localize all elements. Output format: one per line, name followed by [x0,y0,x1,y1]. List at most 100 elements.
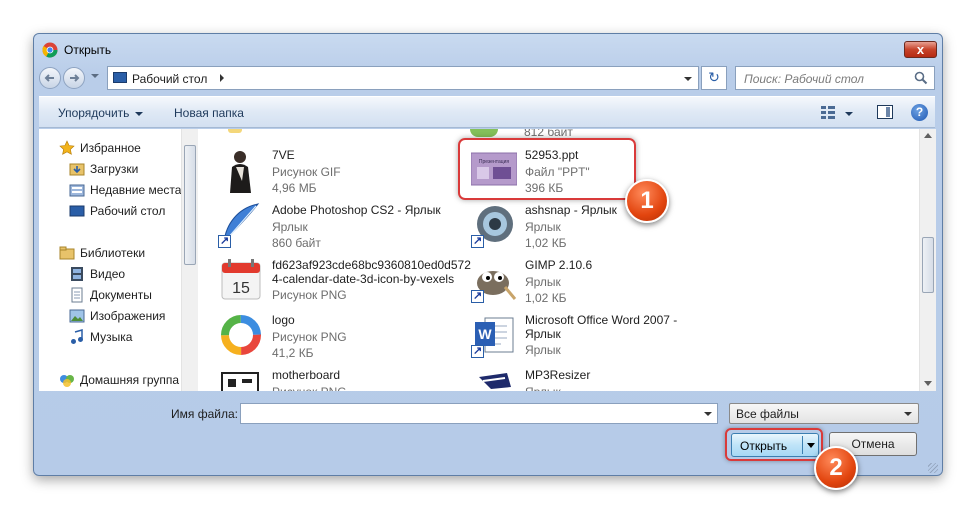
logo-ring-icon [221,315,261,355]
file-item-logo[interactable]: logo Рисунок PNG 41,2 КБ [218,310,458,362]
chevron-down-icon [135,111,144,116]
file-name: GIMP 2.10.6 [525,258,593,272]
video-icon [71,267,83,281]
step-badge-1: 1 [625,179,669,223]
view-options-icon[interactable] [821,106,835,120]
file-item-mp3resizer[interactable]: MP3Resizer Ярлык [471,365,711,391]
file-name-line1: fd623af923cde68bc9360810ed0d572 [272,258,471,272]
new-folder-button[interactable]: Новая папка [174,106,244,120]
partial-shortcut-icon [470,129,498,137]
split-separator [802,436,803,454]
desktop-icon [69,205,85,217]
address-text: Рабочий стол [132,72,208,86]
highlight-open-button: Открыть [725,428,823,461]
file-name: MP3Resizer [525,368,591,382]
svg-text:W: W [478,326,492,342]
shortcut-arrow-icon [218,234,231,248]
file-type: Ярлык [525,343,561,357]
file-name-line2: Ярлык [525,327,561,341]
scroll-down-icon[interactable] [924,381,932,386]
navigation-pane-scrollbar[interactable] [181,129,198,391]
calendar-icon: 15 [221,259,261,300]
command-toolbar: Упорядочить Новая папка ? [39,96,935,128]
sidebar-item-label: Загрузки [90,162,139,176]
navigation-row: Рабочий стол ↻ Поиск: Рабочий стол [39,66,935,90]
desktop-icon [113,72,127,83]
preview-pane-icon[interactable] [877,105,893,119]
file-list-scrollbar[interactable] [919,129,936,391]
shortcut-arrow-icon [471,234,484,248]
organize-menu[interactable]: Упорядочить [58,106,144,120]
search-icon[interactable] [914,71,928,85]
close-button[interactable]: x [904,41,937,58]
scroll-up-icon[interactable] [924,133,932,138]
file-name: 7VE [272,148,295,162]
shortcut-arrow-icon [471,344,484,358]
back-arrow-icon [44,74,54,82]
scrollbar-thumb[interactable] [922,237,934,293]
homegroup-icon [60,375,74,387]
chevron-down-icon [904,412,912,416]
file-type: Ярлык [272,220,308,234]
navigation-pane: Избранное Загрузки Недавние места Рабочи… [39,129,181,391]
file-item-calendar-png[interactable]: 15 fd623af923cde68bc9360810ed0d572 4-cal… [218,255,471,307]
motherboard-icon [221,372,259,391]
downloads-folder-icon [69,163,85,176]
libraries-icon [59,246,75,260]
resize-grip[interactable] [928,463,938,473]
recent-pages-dropdown[interactable] [91,74,99,78]
file-type: Рисунок GIF [272,165,341,179]
gif-person-thumbnail [218,147,264,193]
file-name: motherboard [272,368,341,382]
sidebar-item-label: Музыка [90,330,133,344]
partial-file-icon [228,129,242,133]
filename-input[interactable] [240,403,718,424]
address-bar[interactable]: Рабочий стол [107,66,699,90]
file-item-7ve[interactable]: 7VE Рисунок GIF 4,96 МБ [218,145,458,197]
file-name-line1: Microsoft Office Word 2007 - [525,313,678,327]
sidebar-item-label: Библиотеки [80,246,146,260]
filename-label: Имя файла: [171,407,238,421]
shortcut-arrow-icon [471,289,484,303]
organize-label: Упорядочить [58,106,130,120]
scrollbar-thumb[interactable] [184,145,196,265]
filetype-select[interactable]: Все файлы [729,403,919,424]
documents-icon [71,287,83,303]
sidebar-item-label: Домашняя группа [80,373,180,387]
file-size: 4,96 МБ [272,181,317,195]
highlight-ppt-file [458,138,636,200]
filetype-value: Все файлы [736,407,799,421]
search-placeholder: Поиск: Рабочий стол [744,72,864,86]
star-icon [59,140,75,155]
view-dropdown-icon[interactable] [845,112,853,116]
sidebar-item-label: Рабочий стол [90,204,166,218]
step-badge-2: 2 [814,446,858,490]
music-icon [71,329,83,344]
filename-dropdown-icon[interactable] [704,412,712,416]
search-input[interactable]: Поиск: Рабочий стол [735,66,935,90]
file-type: Рисунок PNG [272,288,347,302]
file-name: logo [272,313,295,327]
sidebar-item-label: Избранное [80,141,141,155]
breadcrumb-chevron-icon[interactable] [220,74,224,82]
file-item-gimp[interactable]: GIMP 2.10.6 Ярлык 1,02 КБ [471,255,711,307]
address-dropdown-icon[interactable] [684,77,692,81]
file-name: ashsnap - Ярлык [525,203,617,217]
file-size: 1,02 КБ [525,291,567,305]
file-item-ashsnap[interactable]: ashsnap - Ярлык Ярлык 1,02 КБ [471,200,711,252]
open-button-label: Открыть [740,439,788,453]
back-button[interactable] [39,67,61,89]
file-item-photoshop[interactable]: Adobe Photoshop CS2 - Ярлык Ярлык 860 ба… [218,200,458,252]
title-bar: Открыть x [34,34,942,64]
file-type: Ярлык [525,275,561,289]
file-item-word-2007[interactable]: W Microsoft Office Word 2007 - Ярлык Ярл… [471,310,711,362]
refresh-button[interactable]: ↻ [701,66,727,90]
forward-arrow-icon [70,74,80,82]
forward-button[interactable] [63,67,85,89]
pictures-icon [69,309,85,323]
open-button[interactable]: Открыть [731,433,819,457]
chrome-icon [42,42,58,58]
help-icon[interactable]: ? [911,104,928,121]
file-item-motherboard[interactable]: motherboard Рисунок PNG [218,365,458,391]
open-dropdown-icon[interactable] [807,443,815,448]
